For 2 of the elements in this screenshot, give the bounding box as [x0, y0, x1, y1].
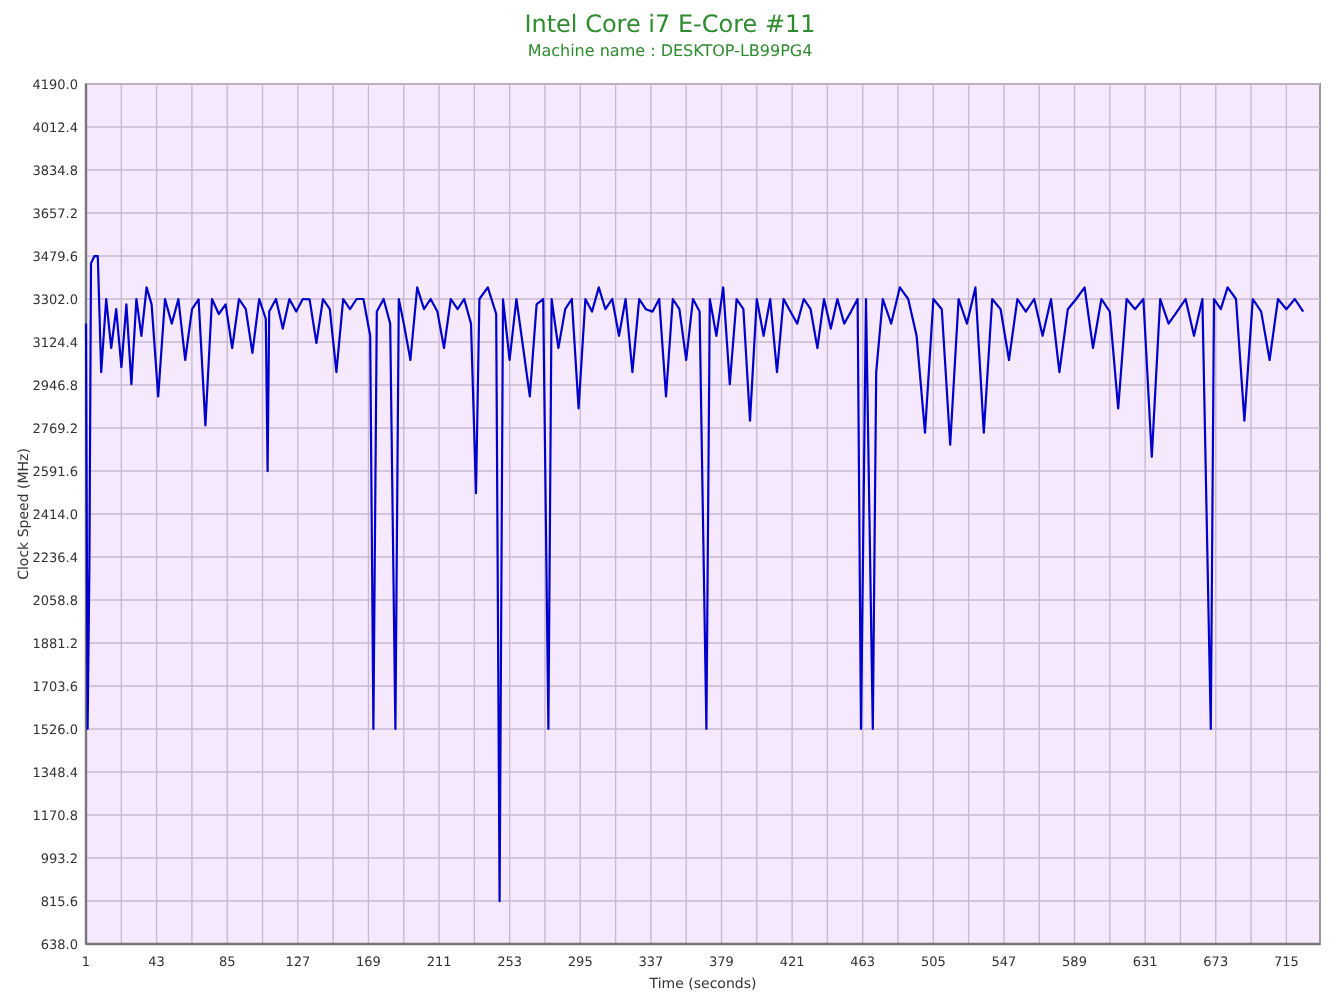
- chart-subtitle: Machine name : DESKTOP-LB99PG4: [527, 40, 813, 64]
- chart-title: Intel Core i7 E-Core #11: [524, 8, 816, 40]
